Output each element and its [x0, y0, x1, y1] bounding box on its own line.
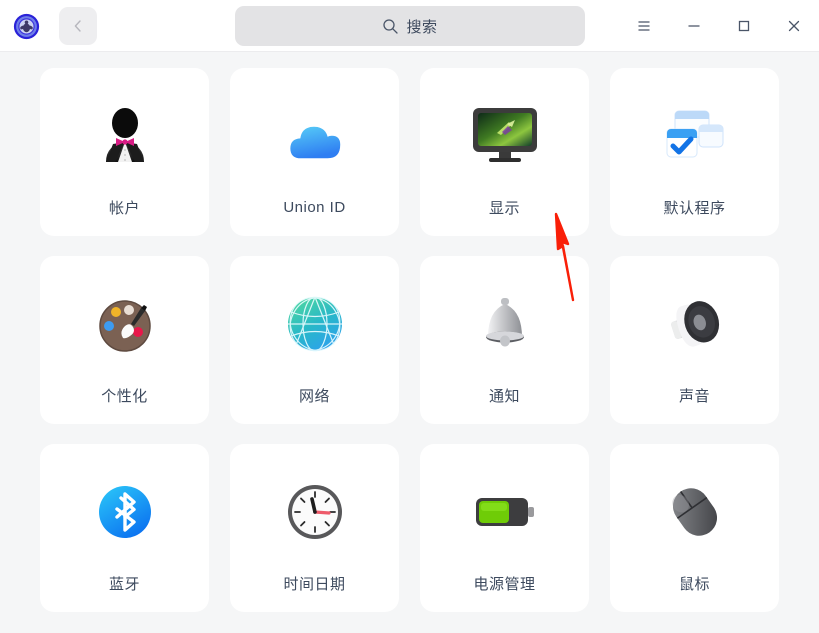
settings-tile-label: 个性化 — [101, 387, 148, 405]
user-account-icon — [93, 93, 157, 179]
window-controls — [619, 0, 819, 52]
minimize-icon — [688, 25, 700, 27]
search-placeholder: 搜索 — [406, 18, 438, 36]
settings-tile-label: 显示 — [488, 199, 520, 217]
default-programs-icon — [661, 93, 729, 179]
paint-palette-icon — [93, 281, 157, 367]
settings-tile-label: 电源管理 — [473, 575, 536, 593]
close-icon — [788, 20, 800, 32]
settings-tile-label: 鼠标 — [678, 575, 710, 593]
close-button[interactable] — [769, 0, 819, 52]
settings-tile-network[interactable]: 网络 — [230, 256, 399, 424]
monitor-display-icon — [470, 93, 540, 179]
cloud-icon — [281, 95, 349, 181]
gear-logo-icon — [13, 13, 40, 40]
settings-tile-datetime[interactable]: 时间日期 — [230, 444, 399, 612]
settings-tile-personalization[interactable]: 个性化 — [40, 256, 209, 424]
settings-tile-bluetooth[interactable]: 蓝牙 — [40, 444, 209, 612]
settings-tile-notifications[interactable]: 通知 — [420, 256, 589, 424]
settings-tile-label: 通知 — [488, 387, 520, 405]
search-input[interactable]: 搜索 — [235, 6, 585, 46]
speaker-sound-icon — [662, 281, 728, 367]
minimize-button[interactable] — [669, 0, 719, 52]
back-button[interactable] — [59, 7, 97, 45]
globe-network-icon — [284, 281, 346, 367]
chevron-left-icon — [74, 20, 81, 32]
settings-tile-label: 蓝牙 — [108, 575, 140, 593]
bluetooth-icon — [95, 469, 155, 555]
settings-tile-display[interactable]: 显示 — [420, 68, 589, 236]
settings-tile-label: 默认程序 — [663, 199, 726, 217]
search-icon — [383, 18, 399, 34]
settings-tile-label: 声音 — [678, 387, 710, 405]
settings-tile-default-programs[interactable]: 默认程序 — [610, 68, 779, 236]
settings-tile-account[interactable]: 帐户 — [40, 68, 209, 236]
window-title-bar: 搜索 — [0, 0, 819, 52]
settings-tile-mouse[interactable]: 鼠标 — [610, 444, 779, 612]
hamburger-menu-button[interactable] — [619, 0, 669, 52]
battery-power-icon — [472, 469, 538, 555]
clock-icon — [285, 469, 345, 555]
settings-tile-label: 网络 — [298, 387, 330, 405]
settings-tile-label: Union ID — [283, 198, 346, 216]
settings-grid: 帐户 Union ID 显示 默认程序 个性化 网络 通知 声音 蓝牙 时间日期… — [40, 68, 780, 612]
bell-notification-icon — [475, 281, 535, 367]
maximize-icon — [738, 20, 750, 32]
settings-tile-union-id[interactable]: Union ID — [230, 68, 399, 236]
mouse-icon — [664, 469, 726, 555]
settings-tile-sound[interactable]: 声音 — [610, 256, 779, 424]
settings-tile-label: 帐户 — [108, 199, 140, 217]
settings-tile-power[interactable]: 电源管理 — [420, 444, 589, 612]
settings-tile-label: 时间日期 — [283, 575, 346, 593]
hamburger-menu-icon — [638, 21, 650, 31]
maximize-button[interactable] — [719, 0, 769, 52]
